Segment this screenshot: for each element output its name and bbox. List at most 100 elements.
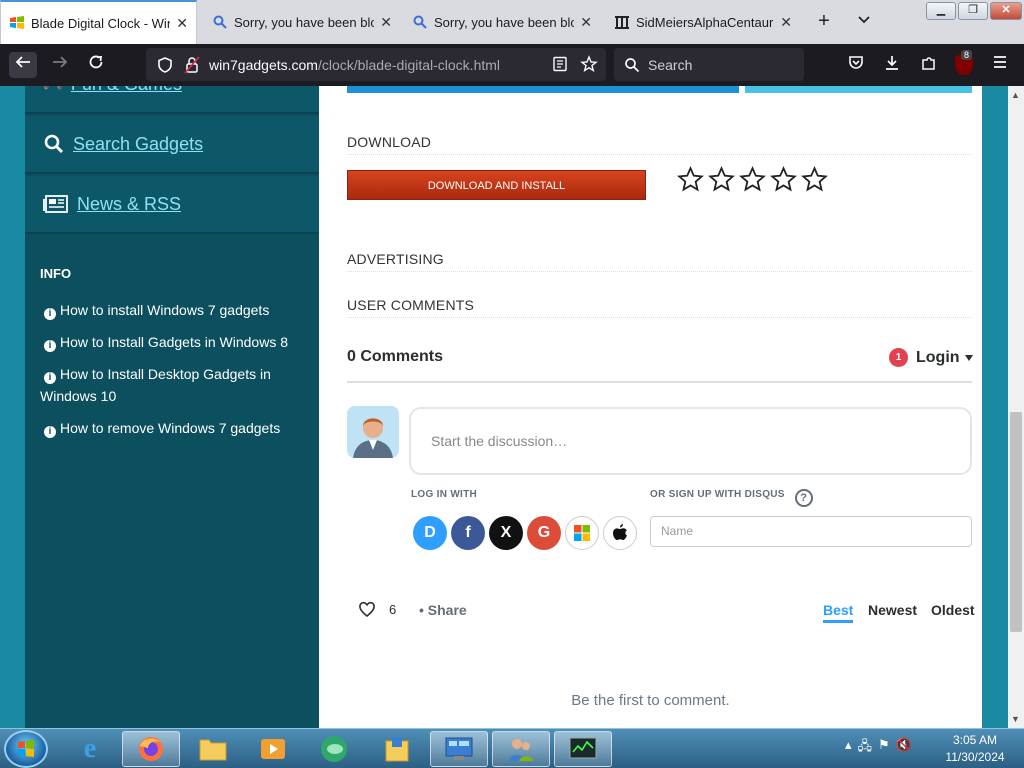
star-icon[interactable] <box>677 166 704 193</box>
scroll-down-icon[interactable]: ▼ <box>1011 714 1020 724</box>
start-button[interactable] <box>4 730 48 768</box>
google-icon: G <box>537 524 551 541</box>
info-link[interactable]: i How to remove Windows 7 gadgets <box>40 417 305 439</box>
share-label[interactable]: Share <box>428 602 467 618</box>
taskbar-app-folder[interactable] <box>368 731 426 767</box>
disqus-login-button[interactable]: D <box>413 516 447 550</box>
maximize-button[interactable]: ❐ <box>958 2 988 20</box>
heart-icon[interactable] <box>359 602 375 617</box>
info-link-label[interactable]: How to Install Desktop Gadgets in Window… <box>40 366 271 404</box>
star-icon[interactable] <box>739 166 766 193</box>
sidebar-item-news-rss[interactable]: News & RSS <box>25 176 319 234</box>
taskbar-internet-explorer[interactable]: e <box>61 731 119 767</box>
taskbar-control-panel[interactable] <box>430 731 488 767</box>
login-menu[interactable]: 1 Login <box>889 348 974 367</box>
extensions-button[interactable] <box>918 54 940 76</box>
reload-icon <box>89 55 103 69</box>
url-bar[interactable]: win7gadgets.com/clock/blade-digital-cloc… <box>146 48 606 81</box>
info-link-label[interactable]: How to remove Windows 7 gadgets <box>60 420 280 436</box>
scroll-thumb[interactable] <box>1010 412 1022 632</box>
scroll-up-icon[interactable]: ▲ <box>1011 90 1020 100</box>
name-input[interactable]: Name <box>650 516 972 547</box>
info-link[interactable]: i How to Install Desktop Gadgets in Windo… <box>40 363 305 407</box>
tab-title: Sorry, you have been block <box>434 14 575 30</box>
reload-button[interactable] <box>82 52 110 78</box>
divider <box>347 154 972 155</box>
search-input[interactable]: Search <box>614 48 804 81</box>
info-icon: i <box>44 308 56 320</box>
taskbar-firefox[interactable] <box>122 731 180 767</box>
firefox-icon <box>139 737 163 761</box>
download-heading: DOWNLOAD <box>347 134 432 150</box>
taskbar-task-manager[interactable] <box>554 731 612 767</box>
close-tab-icon[interactable]: ✕ <box>580 14 592 31</box>
sort-newest[interactable]: Newest <box>868 602 917 618</box>
taskbar-app-green[interactable] <box>305 731 363 767</box>
search-placeholder: Search <box>648 56 693 73</box>
user-avatar-icon <box>347 406 399 458</box>
share-button[interactable]: • Share <box>419 602 467 618</box>
tab-blade-digital-clock[interactable]: Blade Digital Clock - Wind ✕ <box>0 0 197 44</box>
download-install-button[interactable]: DOWNLOAD AND INSTALL <box>347 170 646 200</box>
new-tab-button[interactable]: + <box>812 10 836 34</box>
network-icon[interactable]: 🖧 <box>858 737 873 759</box>
likes-counter[interactable]: 6 <box>359 602 396 617</box>
sidebar-link-label[interactable]: Search Gadgets <box>73 134 203 155</box>
downloads-button[interactable] <box>881 54 903 76</box>
tab-list-button[interactable] <box>852 10 876 34</box>
microsoft-login-button[interactable] <box>565 516 599 550</box>
tab-blocked-1[interactable]: Sorry, you have been block ✕ <box>204 0 400 44</box>
action-center-flag-icon[interactable]: ⚑ <box>878 737 890 759</box>
google-login-button[interactable]: G <box>527 516 561 550</box>
download-icon <box>886 56 898 70</box>
info-link[interactable]: i How to Install Gadgets in Windows 8 <box>40 331 305 353</box>
info-link[interactable]: i How to install Windows 7 gadgets <box>40 299 305 321</box>
apple-login-button[interactable] <box>603 516 637 550</box>
reader-view-icon[interactable] <box>552 56 568 72</box>
close-window-button[interactable]: ✕ <box>990 2 1022 20</box>
url-host: win7gadgets.com <box>209 56 318 73</box>
taskbar-explorer[interactable] <box>184 731 242 767</box>
tab-blocked-2[interactable]: Sorry, you have been block ✕ <box>404 0 600 44</box>
info-link-label[interactable]: How to install Windows 7 gadgets <box>60 302 269 318</box>
close-tab-icon[interactable]: ✕ <box>780 14 792 31</box>
facebook-login-button[interactable]: f <box>451 516 485 550</box>
info-link-label[interactable]: How to Install Gadgets in Windows 8 <box>60 334 288 350</box>
x-login-button[interactable]: X <box>489 516 523 550</box>
close-tab-icon[interactable]: ✕ <box>380 14 392 31</box>
close-tab-icon[interactable]: ✕ <box>176 15 188 32</box>
help-icon[interactable]: ? <box>794 489 813 507</box>
star-icon[interactable] <box>708 166 735 193</box>
taskbar-clock[interactable]: 3:05 AM 11/30/2024 <box>940 732 1010 766</box>
volume-muted-icon[interactable]: 🔇 <box>896 737 912 759</box>
sign-up-label: OR SIGN UP WITH DISQUS <box>650 489 785 500</box>
tab-alpha-centauri[interactable]: SidMeiersAlphaCentauriUS ✕ <box>606 0 800 44</box>
lock-insecure-icon[interactable] <box>184 56 200 74</box>
show-hidden-icons-icon[interactable]: ▴ <box>845 737 852 759</box>
star-icon[interactable] <box>801 166 828 193</box>
star-bookmark-icon[interactable] <box>580 55 598 73</box>
fish-app-icon <box>321 736 347 762</box>
back-button[interactable] <box>9 52 37 78</box>
menu-button[interactable] <box>989 54 1011 76</box>
notification-badge[interactable]: 1 <box>889 348 908 367</box>
sidebar-item-search-gadgets[interactable]: Search Gadgets <box>25 116 319 174</box>
users-icon <box>509 739 533 761</box>
taskbar-media-player[interactable] <box>244 731 302 767</box>
forward-button[interactable] <box>46 52 74 78</box>
pocket-button[interactable] <box>845 54 867 76</box>
rating-stars[interactable] <box>677 166 828 193</box>
page-scrollbar[interactable]: ▲ ▼ <box>1008 86 1024 728</box>
sort-best[interactable]: Best <box>823 602 854 623</box>
taskbar-users[interactable] <box>492 731 550 767</box>
sidebar-link-label[interactable]: News & RSS <box>77 194 181 215</box>
info-icon: i <box>44 426 56 438</box>
star-icon[interactable] <box>770 166 797 193</box>
login-label[interactable]: Login <box>916 349 960 367</box>
shield-icon[interactable] <box>156 56 174 74</box>
sidebar-link-label[interactable]: Fun & Games <box>71 86 182 95</box>
sort-oldest[interactable]: Oldest <box>931 602 975 618</box>
sidebar-item-fun-games[interactable]: 🎮 Fun & Games <box>25 86 319 114</box>
comment-textarea[interactable]: Start the discussion… <box>409 407 972 475</box>
minimize-button[interactable]: ▁ <box>926 2 956 20</box>
